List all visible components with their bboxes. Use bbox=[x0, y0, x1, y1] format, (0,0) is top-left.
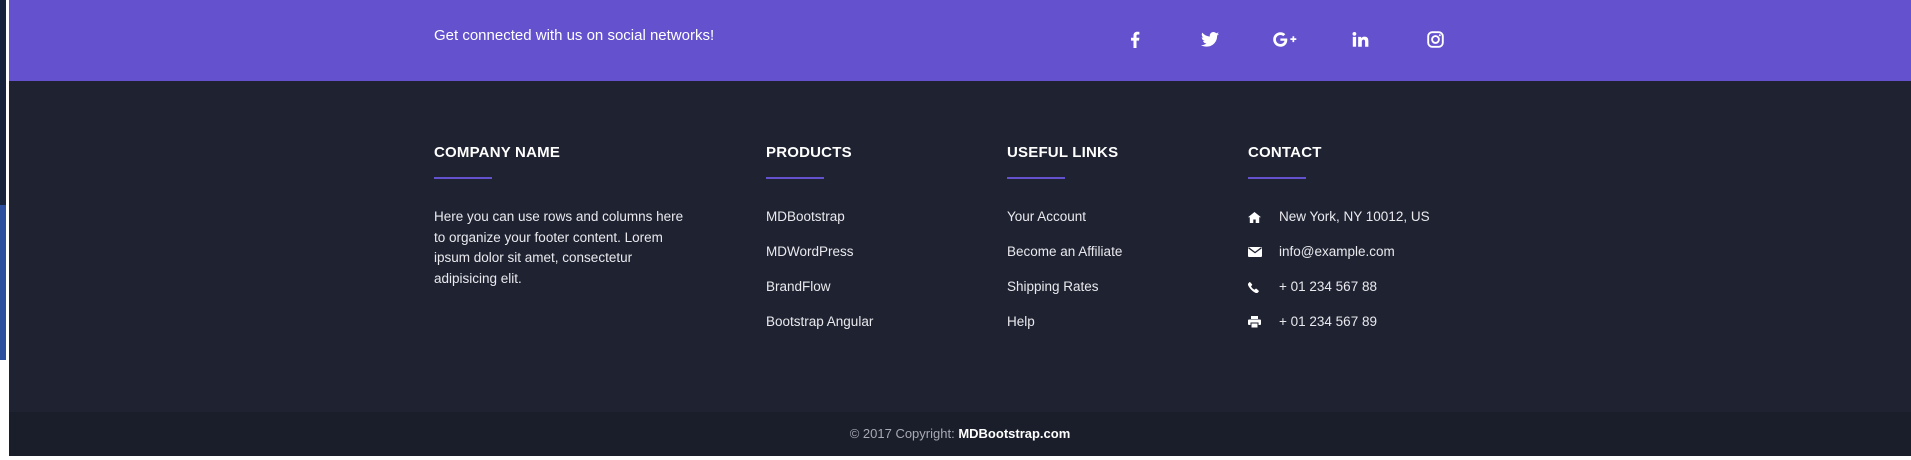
products-list: MDBootstrap MDWordPress BrandFlow Bootst… bbox=[766, 207, 966, 347]
product-link-text[interactable]: BrandFlow bbox=[766, 279, 831, 294]
company-column: COMPANY NAME Here you can use rows and c… bbox=[434, 143, 694, 303]
contact-address: New York, NY 10012, US bbox=[1248, 207, 1508, 242]
left-edge-blue-strip bbox=[0, 205, 6, 360]
copyright-brand-link[interactable]: MDBootstrap.com bbox=[958, 426, 1070, 441]
copyright-text: © 2017 Copyright: bbox=[849, 426, 955, 441]
products-column: PRODUCTS MDBootstrap MDWordPress BrandFl… bbox=[766, 143, 966, 347]
useful-link-text[interactable]: Your Account bbox=[1007, 209, 1086, 224]
print-icon bbox=[1248, 312, 1279, 332]
useful-links-column: USEFUL LINKS Your Account Become an Affi… bbox=[1007, 143, 1227, 347]
product-link-text[interactable]: MDWordPress bbox=[766, 244, 854, 259]
contact-phone: + 01 234 567 88 bbox=[1248, 277, 1508, 312]
useful-link[interactable]: Your Account bbox=[1007, 207, 1227, 242]
useful-link-text[interactable]: Shipping Rates bbox=[1007, 279, 1099, 294]
contact-heading: CONTACT bbox=[1248, 144, 1322, 161]
useful-links-list: Your Account Become an Affiliate Shippin… bbox=[1007, 207, 1227, 347]
contact-email-text: info@example.com bbox=[1279, 244, 1395, 259]
products-heading-underline bbox=[766, 177, 824, 179]
home-icon bbox=[1248, 207, 1279, 227]
contact-fax-text: + 01 234 567 89 bbox=[1279, 314, 1377, 329]
contact-column: CONTACT New York, NY 10012, US info@exam… bbox=[1248, 143, 1508, 347]
useful-link[interactable]: Help bbox=[1007, 312, 1227, 347]
product-link[interactable]: MDBootstrap bbox=[766, 207, 966, 242]
contact-heading-underline bbox=[1248, 177, 1306, 179]
useful-links-heading-underline bbox=[1007, 177, 1065, 179]
contact-address-text: New York, NY 10012, US bbox=[1279, 209, 1430, 224]
contact-list: New York, NY 10012, US info@example.com … bbox=[1248, 207, 1508, 347]
product-link-text[interactable]: MDBootstrap bbox=[766, 209, 845, 224]
useful-link[interactable]: Shipping Rates bbox=[1007, 277, 1227, 312]
useful-link-text[interactable]: Become an Affiliate bbox=[1007, 244, 1122, 259]
useful-link-text[interactable]: Help bbox=[1007, 314, 1035, 329]
twitter-icon[interactable] bbox=[1194, 22, 1226, 56]
company-heading-underline bbox=[434, 177, 492, 179]
phone-icon bbox=[1248, 277, 1279, 297]
useful-link[interactable]: Become an Affiliate bbox=[1007, 242, 1227, 277]
instagram-icon[interactable] bbox=[1419, 22, 1451, 56]
products-heading: PRODUCTS bbox=[766, 144, 852, 161]
page-left-edge bbox=[0, 0, 9, 460]
product-link[interactable]: Bootstrap Angular bbox=[766, 312, 966, 347]
contact-phone-text: + 01 234 567 88 bbox=[1279, 279, 1377, 294]
envelope-icon bbox=[1248, 242, 1279, 262]
social-bar: Get connected with us on social networks… bbox=[9, 0, 1911, 81]
linkedin-icon[interactable] bbox=[1344, 22, 1376, 56]
product-link[interactable]: BrandFlow bbox=[766, 277, 966, 312]
useful-links-heading: USEFUL LINKS bbox=[1007, 144, 1119, 161]
company-heading: COMPANY NAME bbox=[434, 144, 561, 161]
company-description: Here you can use rows and columns here t… bbox=[434, 209, 684, 286]
social-icons bbox=[1119, 22, 1451, 56]
social-bar-text: Get connected with us on social networks… bbox=[434, 27, 715, 44]
contact-fax: + 01 234 567 89 bbox=[1248, 312, 1508, 347]
product-link[interactable]: MDWordPress bbox=[766, 242, 966, 277]
google-plus-icon[interactable] bbox=[1269, 22, 1301, 56]
facebook-icon[interactable] bbox=[1119, 22, 1151, 56]
page-footer: Get connected with us on social networks… bbox=[9, 0, 1911, 456]
contact-email: info@example.com bbox=[1248, 242, 1508, 277]
product-link-text[interactable]: Bootstrap Angular bbox=[766, 314, 873, 329]
copyright-bar: © 2017 Copyright: MDBootstrap.com bbox=[9, 412, 1911, 456]
